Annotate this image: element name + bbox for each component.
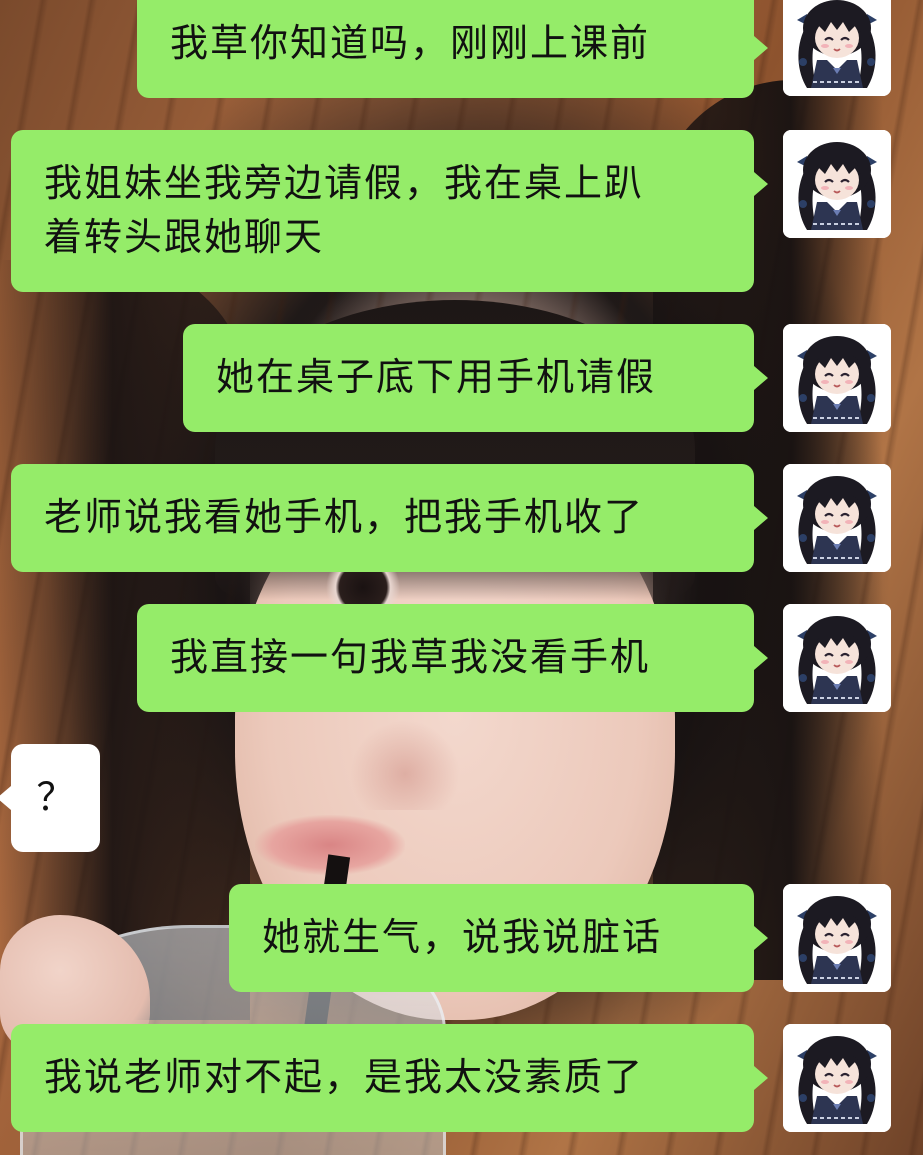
message-row: 我姐妹坐我旁边请假，我在桌上趴 着转头跟她聊天 bbox=[0, 130, 923, 292]
message-bubble-sent[interactable]: 我说老师对不起，是我太没素质了 bbox=[11, 1024, 754, 1132]
avatar[interactable] bbox=[783, 130, 891, 238]
message-bubble-sent[interactable]: 我姐妹坐我旁边请假，我在桌上趴 着转头跟她聊天 bbox=[11, 130, 754, 292]
anime-girl-avatar-icon bbox=[783, 884, 891, 992]
avatar[interactable] bbox=[783, 324, 891, 432]
message-bubble-sent[interactable]: 老师说我看她手机，把我手机收了 bbox=[11, 464, 754, 572]
message-bubble-received[interactable]: ？ bbox=[11, 744, 100, 852]
anime-girl-avatar-icon bbox=[783, 464, 891, 572]
anime-girl-avatar-icon bbox=[783, 1024, 891, 1132]
message-bubble-sent[interactable]: 她在桌子底下用手机请假 bbox=[183, 324, 754, 432]
bubble-tail bbox=[754, 646, 768, 670]
avatar[interactable] bbox=[783, 1024, 891, 1132]
avatar[interactable] bbox=[783, 884, 891, 992]
anime-girl-avatar-icon bbox=[783, 0, 891, 96]
message-row: 我直接一句我草我没看手机 bbox=[0, 604, 923, 712]
anime-girl-avatar-icon bbox=[783, 324, 891, 432]
avatar[interactable] bbox=[783, 0, 891, 96]
message-bubble-sent[interactable]: 我直接一句我草我没看手机 bbox=[137, 604, 754, 712]
message-row: 我草你知道吗，刚刚上课前 bbox=[0, 0, 923, 98]
message-row: 她在桌子底下用手机请假 bbox=[0, 324, 923, 432]
bubble-tail bbox=[754, 506, 768, 530]
bubble-tail bbox=[754, 366, 768, 390]
message-row: 我说老师对不起，是我太没素质了 bbox=[0, 1024, 923, 1132]
avatar[interactable] bbox=[783, 604, 891, 712]
message-row: ？ bbox=[0, 744, 923, 852]
anime-girl-avatar-icon bbox=[783, 604, 891, 712]
avatar[interactable] bbox=[783, 464, 891, 572]
bubble-tail bbox=[754, 1066, 768, 1090]
bubble-tail bbox=[754, 36, 768, 60]
message-row: 她就生气，说我说脏话 bbox=[0, 884, 923, 992]
bubble-tail bbox=[754, 926, 768, 950]
message-bubble-sent[interactable]: 她就生气，说我说脏话 bbox=[229, 884, 754, 992]
anime-girl-avatar-icon bbox=[783, 130, 891, 238]
bubble-tail bbox=[754, 172, 768, 196]
message-row: 老师说我看她手机，把我手机收了 bbox=[0, 464, 923, 572]
message-bubble-sent[interactable]: 我草你知道吗，刚刚上课前 bbox=[137, 0, 754, 98]
bubble-tail bbox=[0, 786, 11, 810]
